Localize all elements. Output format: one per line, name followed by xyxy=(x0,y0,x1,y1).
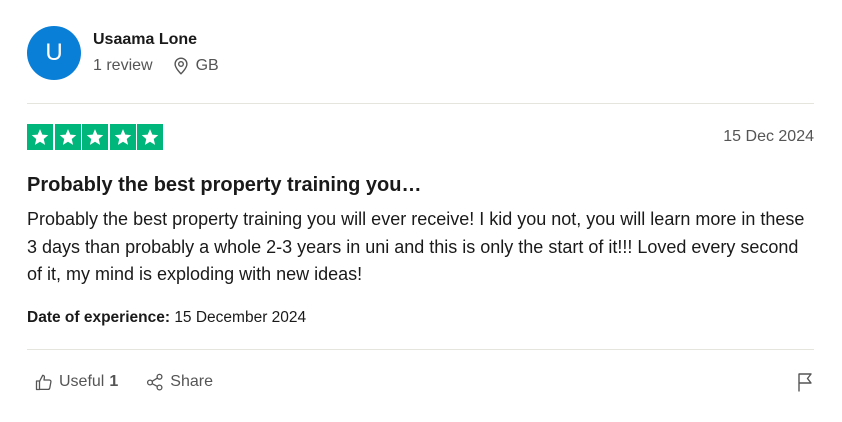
share-button[interactable]: Share xyxy=(146,373,213,391)
reviewer-info: Usaama Lone 1 review GB xyxy=(93,30,219,76)
share-icon xyxy=(147,373,163,391)
reviewer-country: GB xyxy=(195,56,219,74)
thumbs-up-icon xyxy=(35,374,52,390)
experience-date: 15 December 2024 xyxy=(174,308,307,326)
useful-label: Useful xyxy=(59,372,105,390)
avatar[interactable]: U xyxy=(27,25,81,80)
action-group: Useful 1 Share xyxy=(27,373,213,391)
flag-icon xyxy=(798,372,812,391)
reviewer-location: GB xyxy=(173,56,219,76)
report-flag-button[interactable] xyxy=(796,371,814,393)
useful-count: 1 xyxy=(109,372,119,390)
star-icon xyxy=(27,124,53,150)
reviewer-header: U Usaama Lone 1 review GB xyxy=(27,0,814,104)
useful-button[interactable]: Useful 1 xyxy=(35,373,118,391)
review-text: Probably the best property training you … xyxy=(27,209,805,284)
share-label: Share xyxy=(170,372,213,390)
star-icon xyxy=(82,124,108,150)
reviewer-meta: 1 review GB xyxy=(93,56,219,76)
review-count: 1 review xyxy=(93,56,153,74)
review-actions: Useful 1 Share xyxy=(27,350,814,414)
review-card: U Usaama Lone 1 review GB 15 Dec 2024 Pr… xyxy=(0,0,842,422)
experience-label: Date of experience: xyxy=(27,308,170,326)
location-pin-icon xyxy=(173,56,188,75)
date-of-experience: Date of experience: 15 December 2024 xyxy=(27,308,814,350)
review-date: 15 Dec 2024 xyxy=(723,128,814,145)
star-icon xyxy=(109,124,136,150)
star-rating xyxy=(27,124,165,150)
review-title[interactable]: Probably the best property training you… xyxy=(27,172,814,198)
star-icon xyxy=(137,124,163,150)
rating-row: 15 Dec 2024 xyxy=(27,124,814,150)
star-icon xyxy=(54,124,81,150)
reviewer-name[interactable]: Usaama Lone xyxy=(93,30,219,50)
